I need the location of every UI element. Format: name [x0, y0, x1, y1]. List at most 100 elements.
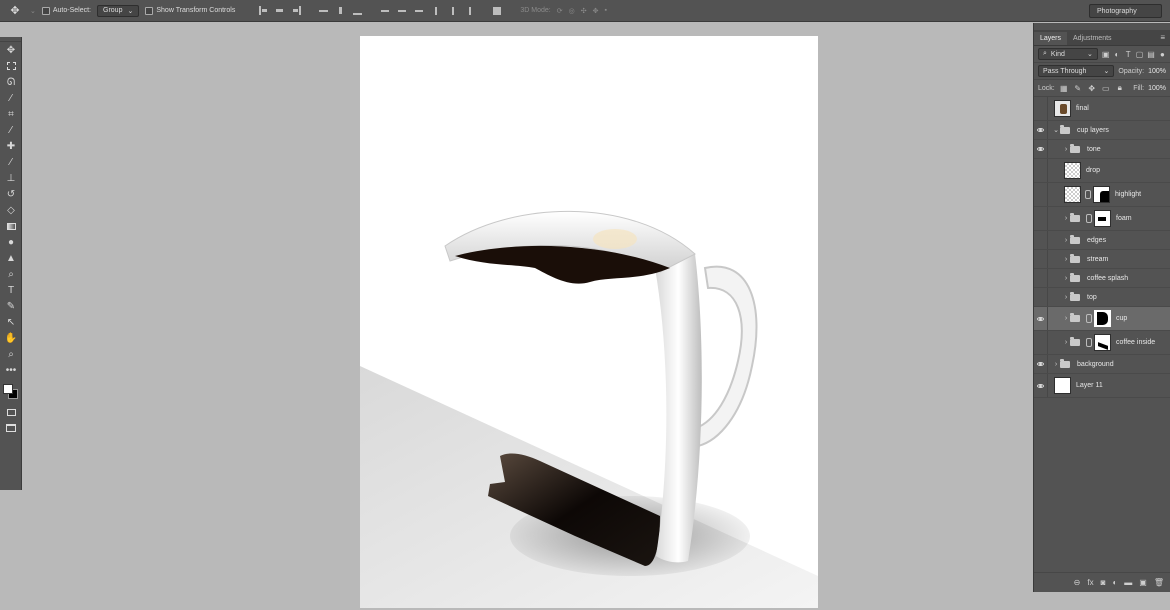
visibility-toggle-off[interactable]: [1034, 207, 1048, 230]
3d-scale-icon[interactable]: ▪: [604, 7, 606, 14]
visibility-toggle-on[interactable]: [1034, 140, 1048, 158]
document-canvas[interactable]: [360, 36, 818, 608]
layer-row-stream[interactable]: › stream: [1034, 250, 1170, 269]
layer-row-background[interactable]: › background: [1034, 355, 1170, 374]
layer-row-layer-11[interactable]: Layer 11: [1034, 374, 1170, 398]
distribute-hcenter-icon[interactable]: [447, 5, 458, 16]
visibility-toggle-off[interactable]: [1034, 97, 1048, 120]
chevron-right-icon[interactable]: ›: [1062, 294, 1070, 301]
tab-layers[interactable]: Layers: [1034, 32, 1068, 45]
layer-row-final[interactable]: final: [1034, 97, 1170, 121]
chevron-right-icon[interactable]: ›: [1062, 315, 1070, 322]
chevron-right-icon[interactable]: ›: [1062, 237, 1070, 244]
align-center-h-icon[interactable]: [274, 5, 285, 16]
visibility-toggle-off[interactable]: [1034, 269, 1048, 287]
lock-position-icon[interactable]: ✥: [1087, 83, 1097, 93]
move-tool-icon[interactable]: ✥: [0, 42, 22, 58]
filter-kind-dropdown[interactable]: ⌕ Kind ⌄: [1038, 48, 1098, 60]
path-selection-tool-icon[interactable]: ✎: [0, 298, 22, 314]
3d-roll-icon[interactable]: ◎: [569, 7, 575, 15]
opacity-value[interactable]: 100%: [1148, 68, 1166, 75]
visibility-toggle-off[interactable]: [1034, 183, 1048, 206]
dodge-tool-icon[interactable]: ▲: [0, 250, 22, 266]
chevron-right-icon[interactable]: ›: [1062, 215, 1070, 222]
layer-mask-thumbnail[interactable]: [1093, 186, 1110, 203]
auto-align-layers-icon[interactable]: [491, 5, 502, 16]
filter-type-icon[interactable]: T: [1125, 49, 1132, 59]
distribute-left-icon[interactable]: [430, 5, 441, 16]
align-bottom-icon[interactable]: [352, 5, 363, 16]
layer-row-drop[interactable]: drop: [1034, 159, 1170, 183]
filter-shape-icon[interactable]: ▢: [1136, 49, 1144, 59]
tab-adjustments[interactable]: Adjustments: [1067, 32, 1118, 45]
visibility-toggle-off[interactable]: [1034, 231, 1048, 249]
more-tools-icon[interactable]: •••: [0, 362, 22, 378]
filter-toggle-icon[interactable]: ●: [1159, 49, 1166, 59]
visibility-toggle-off[interactable]: [1034, 288, 1048, 306]
brush-tool-icon[interactable]: ⁄: [0, 154, 22, 170]
link-icon[interactable]: [1085, 190, 1091, 199]
chevron-right-icon[interactable]: ›: [1062, 146, 1070, 153]
link-layers-icon[interactable]: ⊖: [1074, 578, 1081, 587]
3d-orbit-icon[interactable]: ⟳: [557, 7, 563, 15]
link-icon[interactable]: [1086, 214, 1092, 223]
lock-transparent-icon[interactable]: ▦: [1059, 83, 1069, 93]
foreground-color-swatch[interactable]: [3, 384, 13, 394]
fill-value[interactable]: 100%: [1148, 85, 1166, 92]
workspace-switcher[interactable]: Photography: [1089, 4, 1162, 18]
tool-preset-chevron-icon[interactable]: ⌄: [30, 7, 36, 15]
magic-wand-tool-icon[interactable]: ⁄: [0, 90, 22, 106]
chevron-right-icon[interactable]: ›: [1062, 275, 1070, 282]
link-icon[interactable]: [1086, 338, 1092, 347]
pen-tool-icon[interactable]: ⌕: [0, 266, 22, 282]
trash-icon[interactable]: 🗑︎: [1154, 578, 1164, 587]
show-transform-controls-checkbox[interactable]: Show Transform Controls: [145, 6, 235, 15]
align-right-icon[interactable]: [291, 5, 302, 16]
visibility-toggle-off[interactable]: [1034, 331, 1048, 354]
gradient-tool-icon[interactable]: [0, 218, 22, 234]
panel-close-bar[interactable]: [1034, 23, 1170, 30]
type-tool-icon[interactable]: T: [0, 282, 22, 298]
filter-adjustment-icon[interactable]: ◐: [1113, 49, 1120, 59]
3d-slide-icon[interactable]: ✥: [593, 7, 599, 15]
layer-row-foam[interactable]: › foam: [1034, 207, 1170, 231]
lock-artboard-icon[interactable]: ▭: [1101, 83, 1111, 93]
visibility-toggle-on[interactable]: [1034, 355, 1048, 373]
eyedropper-tool-icon[interactable]: ⁄: [0, 122, 22, 138]
distribute-bottom-icon[interactable]: [413, 5, 424, 16]
layer-mask-thumbnail[interactable]: [1094, 334, 1111, 351]
marquee-tool-icon[interactable]: [0, 58, 22, 74]
distribute-top-icon[interactable]: [379, 5, 390, 16]
visibility-toggle-on[interactable]: [1034, 307, 1048, 330]
layer-row-cup[interactable]: › cup: [1034, 307, 1170, 331]
layer-row-highlight[interactable]: highlight: [1034, 183, 1170, 207]
history-brush-tool-icon[interactable]: ↺: [0, 186, 22, 202]
align-middle-icon[interactable]: [335, 5, 346, 16]
crop-tool-icon[interactable]: ⌗: [0, 106, 22, 122]
lasso-tool-icon[interactable]: ᘏ: [0, 74, 22, 90]
zoom-tool-icon[interactable]: ⌕: [0, 346, 22, 362]
blend-mode-dropdown[interactable]: Pass Through ⌄: [1038, 65, 1115, 77]
layer-row-coffee-splash[interactable]: › coffee splash: [1034, 269, 1170, 288]
layer-mask-thumbnail[interactable]: [1094, 310, 1111, 327]
move-tool-icon[interactable]: ✥: [6, 3, 24, 19]
layer-mask-thumbnail[interactable]: [1094, 210, 1111, 227]
align-left-icon[interactable]: [257, 5, 268, 16]
color-swatches[interactable]: [0, 378, 22, 404]
new-group-icon[interactable]: ▬: [1124, 578, 1132, 587]
chevron-right-icon[interactable]: ›: [1062, 339, 1070, 346]
direct-selection-tool-icon[interactable]: ↖: [0, 314, 22, 330]
filter-pixel-icon[interactable]: ▣: [1102, 49, 1110, 59]
layer-style-fx-icon[interactable]: fx: [1087, 578, 1093, 587]
eraser-tool-icon[interactable]: ◇: [0, 202, 22, 218]
blur-tool-icon[interactable]: ●: [0, 234, 22, 250]
chevron-down-icon[interactable]: ⌄: [1052, 126, 1060, 134]
layer-row-coffee-inside[interactable]: › coffee inside: [1034, 331, 1170, 355]
filter-smart-object-icon[interactable]: ▤: [1147, 49, 1155, 59]
layer-row-top[interactable]: › top: [1034, 288, 1170, 307]
quick-mask-icon[interactable]: [0, 404, 22, 420]
chevron-right-icon[interactable]: ›: [1052, 361, 1060, 368]
new-adjustment-layer-icon[interactable]: ◐: [1112, 578, 1117, 587]
add-mask-icon[interactable]: ◙: [1101, 578, 1106, 587]
3d-pan-icon[interactable]: ✣: [581, 7, 587, 15]
